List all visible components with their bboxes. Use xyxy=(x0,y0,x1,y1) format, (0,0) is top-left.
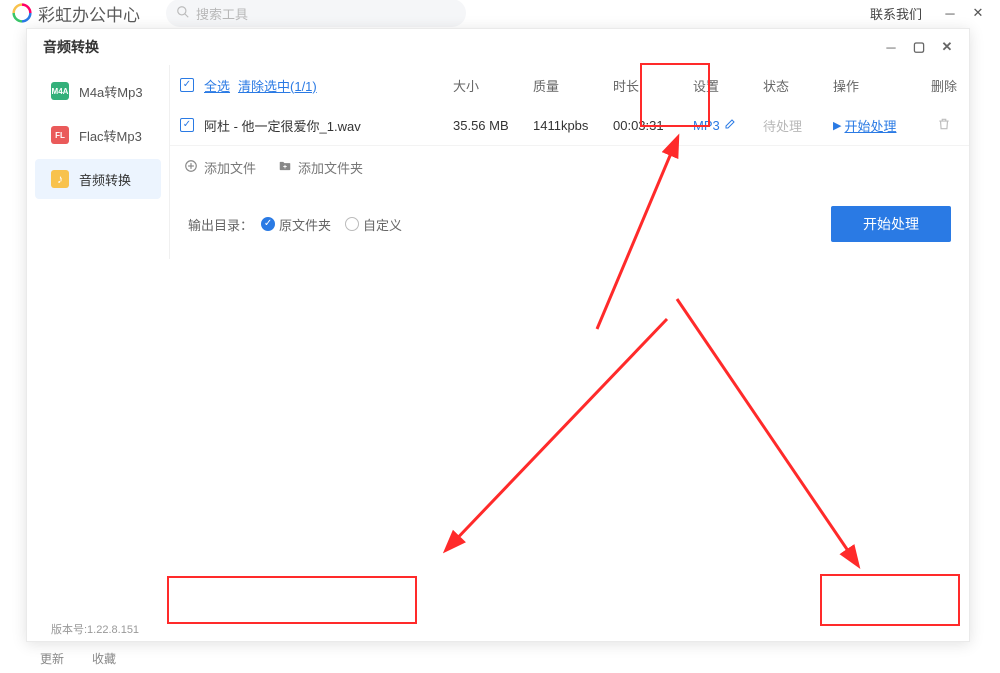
annotation-arrow-to-start xyxy=(657,289,887,579)
col-state: 状态 xyxy=(763,76,833,95)
row-checkbox[interactable]: ✓ xyxy=(180,118,194,132)
add-file-label: 添加文件 xyxy=(204,158,256,177)
dialog-minimize-button[interactable]: ─ xyxy=(877,33,905,61)
app-logo-icon xyxy=(12,3,32,23)
clear-selection-link[interactable]: 清除选中(1/1) xyxy=(238,76,317,95)
col-operation: 操作 xyxy=(833,76,919,95)
add-folder-button[interactable]: 添加文件夹 xyxy=(278,158,363,177)
sidebar-item-label: Flac转Mp3 xyxy=(79,126,142,145)
audio-convert-dialog: 音频转换 ─ ▢ ✕ M4A M4a转Mp3 FL Flac转Mp3 ♪ 音频转… xyxy=(26,28,970,642)
col-setting: 设置 xyxy=(693,76,763,95)
sidebar: M4A M4a转Mp3 FL Flac转Mp3 ♪ 音频转换 xyxy=(27,65,169,259)
sidebar-item-m4a[interactable]: M4A M4a转Mp3 xyxy=(35,71,161,111)
radio-custom-label: 自定义 xyxy=(363,215,402,234)
background-nav: 更新 收藏 xyxy=(40,650,116,667)
search-input[interactable]: 搜索工具 xyxy=(166,0,466,27)
row-state: 待处理 xyxy=(763,116,833,135)
radio-original-folder[interactable] xyxy=(261,217,275,231)
sidebar-item-flac[interactable]: FL Flac转Mp3 xyxy=(35,115,161,155)
play-icon: ▶ xyxy=(833,119,841,132)
flac-icon: FL xyxy=(51,126,69,144)
plus-icon xyxy=(184,159,198,176)
row-start-link[interactable]: 开始处理 xyxy=(844,116,896,135)
col-delete: 删除 xyxy=(919,76,969,95)
edit-setting-icon[interactable] xyxy=(724,118,736,133)
contact-us-link[interactable]: 联系我们 xyxy=(870,4,922,23)
dialog-maximize-button[interactable]: ▢ xyxy=(905,33,933,61)
row-duration: 00:03:31 xyxy=(613,118,693,133)
select-all-link[interactable]: 全选 xyxy=(204,76,230,95)
version-label: 版本号:1.22.8.151 xyxy=(51,621,139,637)
annotation-box-output-options xyxy=(167,576,417,624)
folder-plus-icon xyxy=(278,159,292,176)
start-process-label: 开始处理 xyxy=(863,214,919,234)
dialog-close-button[interactable]: ✕ xyxy=(933,33,961,61)
row-size: 35.56 MB xyxy=(453,118,533,133)
col-quality: 质量 xyxy=(533,76,613,95)
table-header: ✓ 全选 清除选中(1/1) 大小 质量 时长 设置 状态 操作 删除 xyxy=(170,65,969,105)
bg-fav: 收藏 xyxy=(92,650,116,667)
bg-update: 更新 xyxy=(40,650,64,667)
main-panel: ✓ 全选 清除选中(1/1) 大小 质量 时长 设置 状态 操作 删除 xyxy=(169,65,969,259)
dialog-title: 音频转换 xyxy=(43,37,99,57)
col-size: 大小 xyxy=(453,76,533,95)
col-duration: 时长 xyxy=(613,76,693,95)
outer-minimize-button[interactable]: ─ xyxy=(936,0,964,26)
row-filename: 阿杜 - 他一定很爱你_1.wav xyxy=(204,116,453,135)
sidebar-item-label: M4a转Mp3 xyxy=(79,82,143,101)
add-file-button[interactable]: 添加文件 xyxy=(184,158,256,177)
search-icon xyxy=(176,5,190,22)
table-row: ✓ 阿杜 - 他一定很爱你_1.wav 35.56 MB 1411kpbs 00… xyxy=(170,105,969,145)
annotation-box-start-button xyxy=(820,574,960,626)
radio-custom-folder[interactable] xyxy=(345,217,359,231)
start-process-button[interactable]: 开始处理 xyxy=(831,206,951,242)
annotation-arrow-to-output xyxy=(427,309,677,569)
sidebar-item-label: 音频转换 xyxy=(79,170,131,189)
sidebar-item-audio-convert[interactable]: ♪ 音频转换 xyxy=(35,159,161,199)
radio-original-label: 原文件夹 xyxy=(279,215,331,234)
select-all-checkbox[interactable]: ✓ xyxy=(180,78,194,92)
row-quality: 1411kpbs xyxy=(533,118,613,133)
search-placeholder: 搜索工具 xyxy=(196,4,248,23)
m4a-icon: M4A xyxy=(51,82,69,100)
outer-close-button[interactable]: ✕ xyxy=(964,0,992,26)
row-delete-button[interactable] xyxy=(937,117,951,134)
audio-convert-icon: ♪ xyxy=(51,170,69,188)
row-setting-value: MP3 xyxy=(693,118,720,133)
app-title: 彩虹办公中心 xyxy=(38,1,140,26)
add-folder-label: 添加文件夹 xyxy=(298,158,363,177)
output-dir-label: 输出目录： xyxy=(188,215,253,234)
